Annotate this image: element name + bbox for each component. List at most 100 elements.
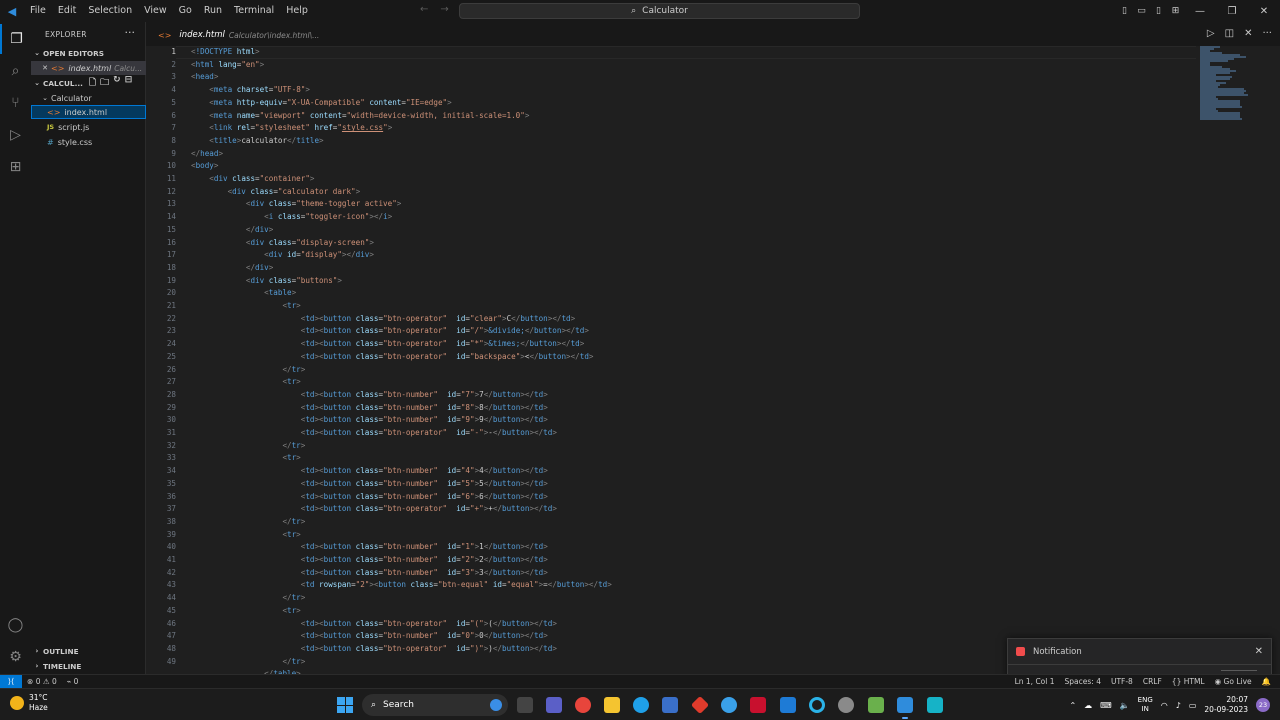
language-mode[interactable]: {} HTML: [1167, 677, 1210, 686]
close-tab-icon[interactable]: ✕: [1244, 28, 1252, 39]
wifi-icon[interactable]: ◠: [1161, 701, 1168, 710]
chevron-up-icon[interactable]: ⌃: [1069, 701, 1076, 710]
nvidia-icon[interactable]: [868, 697, 884, 713]
menu-go[interactable]: Go: [173, 0, 198, 22]
folder-calculator[interactable]: ⌄ Calculator: [31, 91, 146, 105]
toggle-secondary-sidebar-icon[interactable]: ▯: [1150, 0, 1167, 22]
file-index-html[interactable]: <> index.html: [31, 105, 146, 119]
restore-icon[interactable]: ❐: [1216, 0, 1248, 22]
run-debug-icon[interactable]: ▷: [0, 120, 31, 150]
open-editors-header[interactable]: ⌄ OPEN EDITORS: [31, 46, 146, 60]
line-number: 20: [166, 288, 176, 298]
explorer-icon[interactable]: ❐: [0, 24, 31, 54]
toggle-sidebar-icon[interactable]: ▯: [1116, 0, 1133, 22]
line-ending[interactable]: CRLF: [1138, 677, 1167, 686]
keyboard-icon[interactable]: ⌨: [1100, 701, 1112, 710]
language-indicator[interactable]: ENG IN: [1138, 696, 1153, 714]
folder-section-header[interactable]: ⌄ CALCUL... 🗋 🗀 ↻ ⊟: [31, 76, 146, 90]
notification-badge[interactable]: 23: [1256, 698, 1270, 712]
menu-edit[interactable]: Edit: [52, 0, 82, 22]
menu-file[interactable]: File: [24, 0, 52, 22]
search-icon[interactable]: ⌕: [0, 56, 31, 86]
explorer-title: EXPLORER: [45, 30, 87, 39]
extensions-icon[interactable]: ⊞: [0, 152, 31, 182]
menu-run[interactable]: Run: [198, 0, 228, 22]
customize-layout-icon[interactable]: ⊞: [1167, 0, 1184, 22]
tab-label: index.html: [179, 30, 225, 40]
settings-gear-icon[interactable]: [838, 697, 854, 713]
source-control-icon[interactable]: ⑂: [0, 88, 31, 118]
more-actions-icon[interactable]: ···: [125, 26, 136, 39]
minimize-icon[interactable]: —: [1184, 0, 1216, 22]
cursor-position[interactable]: Ln 1, Col 1: [1010, 677, 1060, 686]
new-folder-icon[interactable]: 🗀: [100, 76, 109, 90]
line-number: 5: [171, 97, 176, 107]
app-window-icon[interactable]: [780, 697, 796, 713]
line-number: 18: [166, 262, 176, 272]
anydesk-icon[interactable]: [690, 695, 710, 715]
braces-icon: {}: [1171, 677, 1182, 686]
line-number: 41: [166, 555, 176, 564]
timeline-header[interactable]: › TIMELINE: [31, 659, 146, 673]
file-style-css[interactable]: # style.css: [31, 135, 146, 149]
search-icon: ⌕: [631, 6, 637, 16]
collapse-all-icon[interactable]: ⊟: [125, 76, 133, 90]
start-windows-icon[interactable]: [337, 697, 353, 713]
run-icon[interactable]: ▷: [1207, 28, 1215, 39]
taskbar-search[interactable]: ⌕ Search: [362, 694, 508, 716]
split-editor-icon[interactable]: ◫: [1225, 28, 1234, 39]
task-view-icon[interactable]: [517, 697, 533, 713]
line-number: 12: [166, 186, 176, 196]
remote-indicator-icon[interactable]: ⟩⟨: [0, 674, 22, 689]
browser-icon[interactable]: [721, 697, 737, 713]
encoding[interactable]: UTF-8: [1106, 677, 1138, 686]
code-editor[interactable]: 1 2 3 4 5 6 7 8 9 10 11 12 13 14 15 16 17 18 19 20 21 22 23 24 2…: [146, 46, 1280, 674]
clock[interactable]: 20:07 20-09-2023: [1204, 695, 1248, 715]
mcafee-icon[interactable]: [750, 697, 766, 713]
volume-icon[interactable]: ♪: [1176, 701, 1181, 710]
outline-header[interactable]: › OUTLINE: [31, 644, 146, 658]
line-number: 9: [171, 148, 176, 158]
settings-gear-icon[interactable]: ⚙: [0, 642, 31, 672]
close-window-icon[interactable]: ✕: [1248, 0, 1280, 22]
speaker-icon[interactable]: 🔈: [1120, 701, 1130, 710]
refresh-icon[interactable]: ↻: [113, 76, 121, 90]
onedrive-cloud-icon[interactable]: ☁: [1084, 701, 1092, 710]
code-line: <td><button class="btn-number" id="5">5<…: [300, 478, 548, 488]
menu-view[interactable]: View: [138, 0, 173, 22]
weather-widget[interactable]: 31°C Haze: [10, 693, 48, 713]
chrome-icon[interactable]: [575, 697, 591, 713]
teams-chat-icon[interactable]: [546, 697, 562, 713]
go-live-button[interactable]: ◉ Go Live: [1210, 677, 1257, 686]
back-arrow-icon[interactable]: ←: [420, 4, 428, 15]
line-number: 26: [166, 364, 176, 374]
account-icon[interactable]: ◯: [0, 610, 31, 640]
minimap[interactable]: [1200, 46, 1260, 126]
alexa-icon[interactable]: [809, 697, 825, 713]
battery-icon[interactable]: ▭: [1189, 701, 1197, 710]
menu-selection[interactable]: Selection: [82, 0, 138, 22]
new-file-icon[interactable]: 🗋: [89, 76, 96, 90]
more-actions-icon[interactable]: ···: [1262, 28, 1272, 39]
snipping-tool-icon[interactable]: [927, 697, 943, 713]
file-explorer-icon[interactable]: [604, 697, 620, 713]
forward-arrow-icon[interactable]: →: [440, 4, 448, 15]
problems-indicator[interactable]: ⊗ 0 ⚠ 0: [22, 677, 62, 686]
open-editor-item[interactable]: ✕ <> index.html Calcu...: [31, 61, 146, 75]
menu-help[interactable]: Help: [280, 0, 314, 22]
close-notification-icon[interactable]: ✕: [1255, 646, 1263, 657]
notifications-bell-icon[interactable]: 🔔: [1257, 677, 1276, 686]
command-center-search[interactable]: ⌕ Calculator: [459, 3, 860, 19]
file-script-js[interactable]: JS script.js: [31, 120, 146, 134]
edge-icon[interactable]: [633, 697, 649, 713]
toggle-panel-icon[interactable]: ▭: [1133, 0, 1150, 22]
tab-index-html[interactable]: <> index.html Calculator\index.html\...: [158, 26, 319, 44]
indentation[interactable]: Spaces: 4: [1060, 677, 1106, 686]
menu-terminal[interactable]: Terminal: [228, 0, 280, 22]
code-line: <div class="container">: [209, 174, 315, 183]
ports-indicator[interactable]: ⌁ 0: [62, 677, 84, 686]
close-editor-icon[interactable]: ✕: [39, 64, 51, 72]
vscode-taskbar-icon[interactable]: [897, 697, 913, 713]
microsoft-store-icon[interactable]: [662, 697, 678, 713]
line-number: 35: [166, 478, 176, 488]
